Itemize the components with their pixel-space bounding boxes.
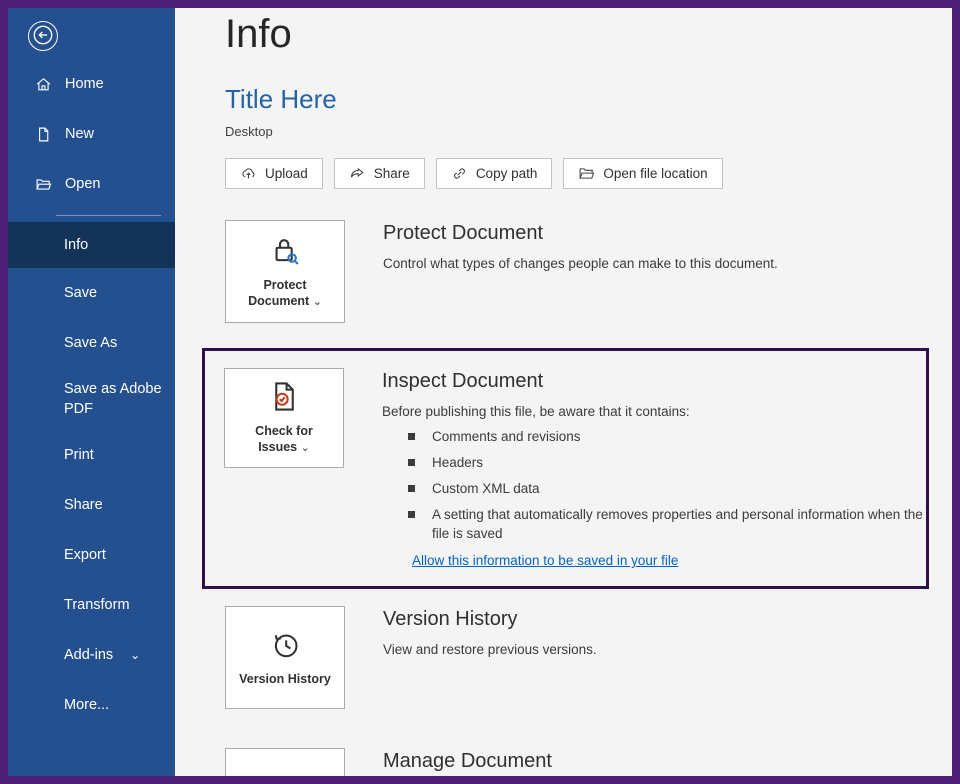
section-body: View and restore previous versions. — [383, 640, 943, 659]
upload-button[interactable]: Upload — [225, 158, 323, 189]
highlight-box: Check for Issues ⌄ Inspect Document Befo… — [202, 348, 929, 589]
sidebar-item-label: Open — [65, 176, 100, 192]
bullet-square-icon — [408, 511, 415, 518]
bullet-square-icon — [408, 459, 415, 466]
sidebar-item-add-ins[interactable]: Add-ins ⌄ — [8, 630, 175, 680]
chevron-down-icon: ⌄ — [130, 648, 140, 662]
sidebar-item-share[interactable]: Share — [8, 480, 175, 530]
new-document-icon — [35, 126, 52, 143]
sidebar-item-save[interactable]: Save — [8, 268, 175, 318]
open-file-location-button-label: Open file location — [603, 166, 707, 181]
inspect-intro: Before publishing this file, be aware th… — [382, 402, 942, 421]
back-icon — [32, 24, 54, 49]
list-item: Comments and revisions — [382, 427, 934, 446]
sidebar-item-label: Transform — [64, 597, 130, 613]
protect-document-button-label: Protect Document ⌄ — [239, 277, 331, 310]
sidebar-item-info[interactable]: Info — [8, 222, 175, 268]
sidebar-item-label: Share — [64, 497, 103, 513]
copy-path-button[interactable]: Copy path — [436, 158, 553, 189]
chevron-down-icon: ⌄ — [313, 296, 322, 308]
sidebar-divider — [56, 215, 161, 216]
inspect-document-section: Check for Issues ⌄ Inspect Document Befo… — [224, 368, 942, 570]
version-history-button[interactable]: Version History — [225, 606, 345, 709]
check-for-issues-button[interactable]: Check for Issues ⌄ — [224, 368, 344, 468]
section-heading: Protect Document — [383, 222, 943, 245]
sidebar-item-label: Add-ins — [64, 647, 113, 663]
upload-button-label: Upload — [265, 166, 308, 181]
sidebar-item-more[interactable]: More... — [8, 680, 175, 730]
lock-icon — [269, 234, 302, 270]
sidebar-item-label: More... — [64, 697, 109, 713]
backstage-sidebar: Home New Open — [8, 8, 175, 776]
action-buttons-row: Upload Share — [225, 158, 723, 189]
sidebar-nav: Home New Open — [8, 59, 175, 730]
inspect-document-text: Inspect Document Before publishing this … — [382, 368, 942, 570]
protect-document-text: Protect Document Control what types of c… — [383, 220, 943, 323]
manage-document-button[interactable] — [225, 748, 345, 776]
manage-document-section: Manage Document — [225, 748, 943, 776]
sidebar-item-home[interactable]: Home — [8, 59, 175, 109]
upload-cloud-icon — [240, 165, 257, 182]
protect-document-button[interactable]: Protect Document ⌄ — [225, 220, 345, 323]
section-body: Control what types of changes people can… — [383, 254, 943, 273]
folder-icon — [578, 165, 595, 182]
sidebar-item-save-as-adobe-pdf[interactable]: Save as Adobe PDF — [8, 368, 175, 430]
document-check-icon — [268, 380, 301, 416]
sidebar-item-transform[interactable]: Transform — [8, 580, 175, 630]
check-for-issues-button-label: Check for Issues ⌄ — [238, 423, 330, 456]
sidebar-item-label: New — [65, 126, 94, 142]
document-location: Desktop — [225, 124, 273, 139]
chevron-down-icon: ⌄ — [301, 442, 310, 454]
share-icon — [349, 165, 366, 182]
sidebar-item-open[interactable]: Open — [8, 159, 175, 209]
share-button-label: Share — [374, 166, 410, 181]
sidebar-item-print[interactable]: Print — [8, 430, 175, 480]
sidebar-item-export[interactable]: Export — [8, 530, 175, 580]
allow-info-saved-link[interactable]: Allow this information to be saved in yo… — [412, 553, 678, 568]
inspect-findings-list: Comments and revisions Headers Custom XM… — [382, 427, 942, 543]
sidebar-item-label: Export — [64, 547, 106, 563]
section-heading: Version History — [383, 608, 943, 631]
copy-path-button-label: Copy path — [476, 166, 538, 181]
section-heading: Manage Document — [383, 750, 943, 773]
sidebar-item-save-as[interactable]: Save As — [8, 318, 175, 368]
sidebar-item-label: Save — [64, 285, 97, 301]
protect-document-section: Protect Document ⌄ Protect Document Cont… — [225, 220, 943, 323]
list-item: Custom XML data — [382, 479, 934, 498]
list-item: A setting that automatically removes pro… — [382, 505, 934, 543]
page-title: Info — [225, 12, 292, 57]
sidebar-item-label: Save As — [64, 335, 117, 351]
share-button[interactable]: Share — [334, 158, 425, 189]
sidebar-item-label: Print — [64, 447, 94, 463]
version-history-section: Version History Version History View and… — [225, 606, 943, 709]
open-file-location-button[interactable]: Open file location — [563, 158, 722, 189]
history-clock-icon — [269, 628, 302, 664]
version-history-button-label: Version History — [239, 671, 331, 687]
sidebar-item-new[interactable]: New — [8, 109, 175, 159]
back-button[interactable] — [28, 21, 58, 51]
sidebar-item-label: Home — [65, 76, 104, 92]
open-folder-icon — [35, 176, 52, 193]
sidebar-item-label: Save as Adobe PDF — [64, 379, 167, 419]
list-item: Headers — [382, 453, 934, 472]
section-heading: Inspect Document — [382, 370, 942, 393]
backstage-view: Home New Open — [8, 8, 952, 776]
app-window: Home New Open — [0, 0, 960, 784]
link-icon — [451, 165, 468, 182]
bullet-square-icon — [408, 485, 415, 492]
home-icon — [35, 76, 52, 93]
document-title: Title Here — [225, 84, 337, 115]
sidebar-item-label: Info — [64, 237, 88, 253]
manage-document-text: Manage Document — [383, 748, 943, 776]
backstage-content: Info Title Here Desktop Upload — [175, 8, 952, 776]
bullet-square-icon — [408, 433, 415, 440]
version-history-text: Version History View and restore previou… — [383, 606, 943, 709]
